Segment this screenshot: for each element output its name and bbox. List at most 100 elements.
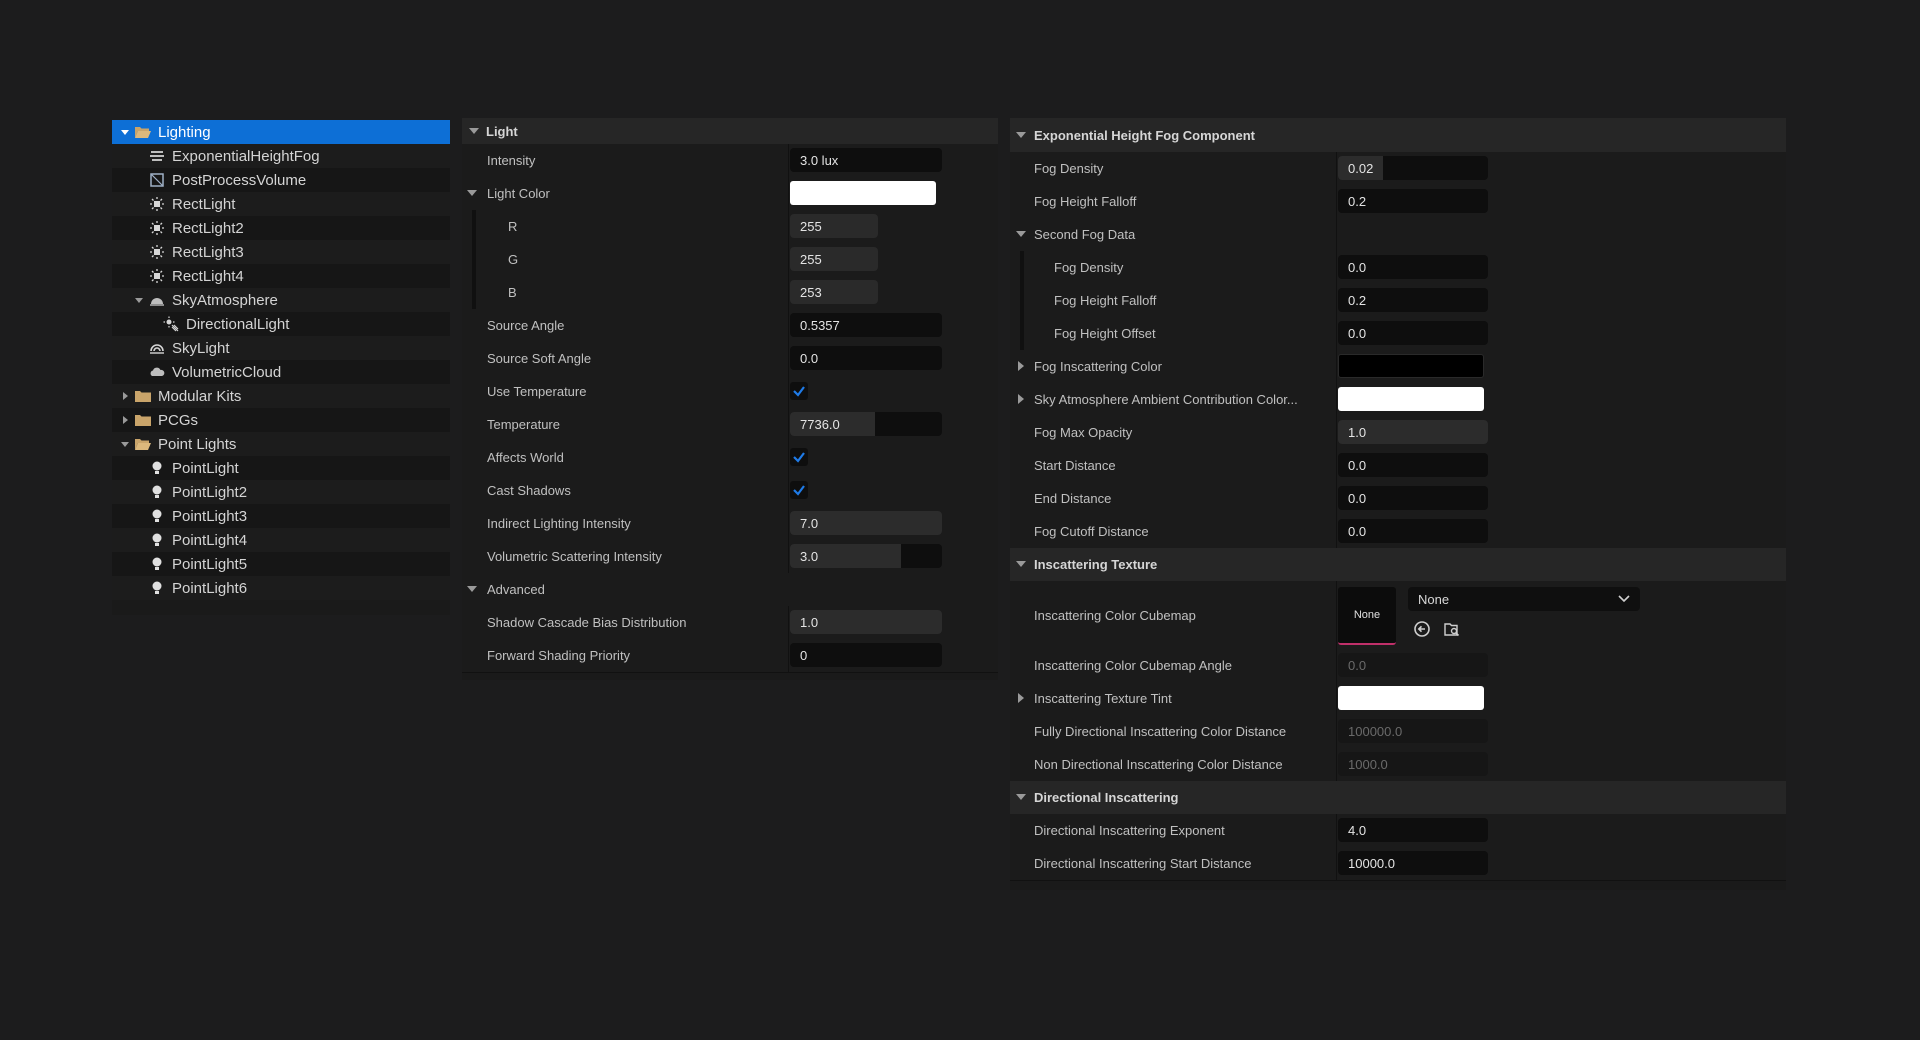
outliner-item[interactable]: PointLight: [112, 456, 450, 480]
outliner-item[interactable]: RectLight3: [112, 240, 450, 264]
source-angle-field[interactable]: 0.5357: [790, 313, 942, 337]
outliner-item[interactable]: PointLight2: [112, 480, 450, 504]
light-color-row[interactable]: Light Color: [462, 177, 998, 211]
outliner-item[interactable]: SkyAtmosphere: [112, 288, 450, 312]
outliner-item[interactable]: RectLight: [112, 192, 450, 216]
outliner-item[interactable]: PointLight3: [112, 504, 450, 528]
outliner-item-label: ExponentialHeightFog: [172, 147, 320, 165]
non-directional-field[interactable]: 1000.0: [1338, 752, 1488, 776]
fog-inscattering-color-swatch[interactable]: [1338, 354, 1484, 378]
b-field[interactable]: 253: [790, 280, 878, 304]
affects-world-row: Affects World: [462, 441, 998, 475]
dir-exponent-field[interactable]: 4.0: [1338, 818, 1488, 842]
expand-arrow-icon[interactable]: [118, 120, 132, 144]
dir-start-field[interactable]: 10000.0: [1338, 851, 1488, 875]
outliner-item[interactable]: Modular Kits: [112, 384, 450, 408]
dir-start-label: Directional Inscattering Start Distance: [1034, 856, 1252, 871]
dir-exponent-label: Directional Inscattering Exponent: [1034, 823, 1225, 838]
start-distance-field[interactable]: 0.0: [1338, 453, 1488, 477]
b-row: B 253: [462, 276, 998, 310]
outliner-item[interactable]: ExponentialHeightFog: [112, 144, 450, 168]
cubemap-thumbnail[interactable]: None: [1338, 587, 1396, 645]
second-fog-density-value: 0.0: [1348, 259, 1367, 275]
texture-tint-swatch[interactable]: [1338, 686, 1484, 710]
outliner-item[interactable]: RectLight4: [112, 264, 450, 288]
forward-shading-label: Forward Shading Priority: [487, 648, 631, 663]
outliner-item-label: Lighting: [158, 123, 211, 141]
fog-max-opacity-slider[interactable]: 1.0: [1338, 420, 1488, 444]
fog-density-row: Fog Density 0.02: [1010, 152, 1786, 186]
light-details-panel: Light Intensity 3.0 lux Light Color R 25…: [462, 118, 998, 680]
outliner-item[interactable]: PCGs: [112, 408, 450, 432]
forward-shading-row: Forward Shading Priority 0: [462, 639, 998, 673]
cubemap-angle-field[interactable]: 0.0: [1338, 653, 1488, 677]
folder-icon: [132, 408, 154, 432]
outliner-item[interactable]: DirectionalLight: [112, 312, 450, 336]
use-temperature-label: Use Temperature: [487, 384, 587, 399]
texture-tint-row[interactable]: Inscattering Texture Tint: [1010, 682, 1786, 716]
sky-ambient-swatch[interactable]: [1338, 387, 1484, 411]
intensity-label: Intensity: [487, 153, 536, 168]
source-soft-angle-field[interactable]: 0.0: [790, 346, 942, 370]
outliner-item-label: PCGs: [158, 411, 199, 429]
outliner-item[interactable]: PointLight6: [112, 576, 450, 600]
collapse-arrow-icon[interactable]: [118, 384, 132, 408]
second-fog-offset-field[interactable]: 0.0: [1338, 321, 1488, 345]
shadow-cascade-slider[interactable]: 1.0: [790, 610, 942, 634]
source-soft-angle-value: 0.0: [800, 350, 819, 366]
sky-ambient-row[interactable]: Sky Atmosphere Ambient Contribution Colo…: [1010, 383, 1786, 417]
fog-density-slider[interactable]: 0.02: [1338, 156, 1488, 180]
outliner-item[interactable]: PostProcessVolume: [112, 168, 450, 192]
cast-shadows-checkbox[interactable]: [790, 481, 808, 499]
second-fog-density-field[interactable]: 0.0: [1338, 255, 1488, 279]
light-color-swatch[interactable]: [790, 181, 936, 205]
indirect-lighting-slider[interactable]: 7.0: [790, 511, 942, 535]
intensity-field[interactable]: 3.0 lux: [790, 148, 942, 172]
outliner-item[interactable]: PointLight4: [112, 528, 450, 552]
outliner-item[interactable]: SkyLight: [112, 336, 450, 360]
advanced-label: Advanced: [487, 582, 545, 597]
fog-height-falloff-row: Fog Height Falloff 0.2: [1010, 185, 1786, 219]
fog-density-label: Fog Density: [1034, 161, 1104, 176]
fog-inscattering-color-row[interactable]: Fog Inscattering Color: [1010, 350, 1786, 384]
use-temperature-checkbox[interactable]: [790, 382, 808, 400]
fog-component-header[interactable]: Exponential Height Fog Component: [1010, 118, 1786, 153]
outliner-item[interactable]: Point Lights: [112, 432, 450, 456]
arrow-left-circle-icon: [1414, 621, 1430, 637]
collapse-arrow-icon[interactable]: [118, 408, 132, 432]
use-selected-asset-button[interactable]: [1412, 619, 1432, 639]
fully-directional-value: 100000.0: [1348, 723, 1403, 739]
cubemap-asset-dropdown[interactable]: None: [1408, 587, 1640, 611]
outliner-item[interactable]: RectLight2: [112, 216, 450, 240]
g-label: G: [508, 252, 519, 267]
fog-height-falloff-field[interactable]: 0.2: [1338, 189, 1488, 213]
second-fog-data-row[interactable]: Second Fog Data: [1010, 218, 1786, 252]
forward-shading-field[interactable]: 0: [790, 643, 942, 667]
directional-inscattering-label: Directional Inscattering: [1034, 790, 1179, 805]
browse-asset-button[interactable]: [1442, 619, 1462, 639]
outliner-item[interactable]: Lighting: [112, 120, 450, 144]
outliner-item-label: RectLight: [172, 195, 236, 213]
advanced-header[interactable]: Advanced: [462, 573, 998, 607]
light-category-header[interactable]: Light: [462, 118, 998, 145]
g-field[interactable]: 255: [790, 247, 878, 271]
r-value: 255: [800, 218, 822, 234]
expand-arrow-icon[interactable]: [118, 432, 132, 456]
r-field[interactable]: 255: [790, 214, 878, 238]
outliner-item-label: DirectionalLight: [186, 315, 290, 333]
fog-cutoff-field[interactable]: 0.0: [1338, 519, 1488, 543]
temperature-slider[interactable]: 7736.0: [790, 412, 942, 436]
expand-arrow-icon[interactable]: [132, 288, 146, 312]
rect-light-icon: [146, 192, 168, 216]
outliner-item[interactable]: VolumetricCloud: [112, 360, 450, 384]
outliner-item[interactable]: PointLight5: [112, 552, 450, 576]
fully-directional-field[interactable]: 100000.0: [1338, 719, 1488, 743]
light-color-label: Light Color: [487, 186, 550, 201]
volumetric-scattering-slider[interactable]: 3.0: [790, 544, 942, 568]
end-distance-field[interactable]: 0.0: [1338, 486, 1488, 510]
inscattering-texture-header[interactable]: Inscattering Texture: [1010, 548, 1786, 582]
directional-inscattering-header[interactable]: Directional Inscattering: [1010, 781, 1786, 815]
non-directional-label: Non Directional Inscattering Color Dista…: [1034, 757, 1283, 772]
affects-world-checkbox[interactable]: [790, 448, 808, 466]
second-fog-falloff-field[interactable]: 0.2: [1338, 288, 1488, 312]
